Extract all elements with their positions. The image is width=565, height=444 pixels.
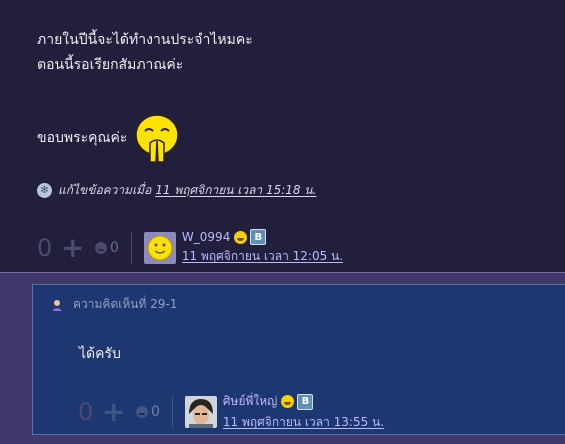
- edit-gear-icon: ✻: [37, 182, 52, 198]
- author-info: ศิษย์พี่ใหญ่ B 11 พฤศจิกายน เวลา 13:55 น…: [223, 392, 384, 432]
- emotion-icon[interactable]: [95, 241, 107, 254]
- praying-emoticon-icon: [133, 113, 181, 163]
- comment-date[interactable]: 11 พฤศจิกายน เวลา 13:55 น.: [223, 413, 384, 432]
- vote-score: 0: [78, 398, 94, 426]
- emotion-count: 0: [110, 239, 119, 256]
- user-icon: [51, 299, 63, 311]
- author-name[interactable]: ศิษย์พี่ใหญ่: [223, 392, 277, 411]
- post-text-line: ตอนนี้รอเรียกสัมภาณค่ะ: [37, 57, 184, 73]
- member-badge-icon: B: [297, 393, 314, 410]
- comment-text: ได้ครับ: [79, 346, 121, 362]
- thanks-line: ขอบพระคุณค่ะ: [37, 112, 181, 164]
- thanks-text: ขอบพระคุณค่ะ: [37, 130, 128, 146]
- comment-number[interactable]: ความคิดเห็นที่ 29-1: [73, 295, 177, 314]
- reply-comment: ความคิดเห็นที่ 29-1 ได้ครับ 0 + 0 ศิษย์พ…: [32, 284, 565, 435]
- topic-post: ภายในปีนี้จะได้ทำงานประจำไหมคะ ตอนนี้รอเ…: [0, 0, 565, 272]
- comment-header: ความคิดเห็นที่ 29-1: [51, 295, 177, 314]
- member-badge-icon: B: [250, 229, 267, 245]
- emotion-icon[interactable]: [136, 406, 148, 418]
- vote-divider: [130, 231, 132, 264]
- vote-plus-button[interactable]: +: [61, 233, 84, 261]
- author-name[interactable]: W_0994: [182, 230, 230, 244]
- vote-divider: [171, 396, 173, 428]
- edited-date[interactable]: 11 พฤศจิกายน เวลา 15:18 น.: [155, 181, 316, 200]
- laughing-emoticon-icon: [281, 395, 295, 408]
- vote-plus-button[interactable]: +: [102, 398, 125, 426]
- avatar[interactable]: [143, 231, 176, 264]
- post-date[interactable]: 11 พฤศจิกายน เวลา 12:05 น.: [182, 247, 343, 266]
- avatar[interactable]: [184, 396, 217, 428]
- emotion-count: 0: [151, 404, 160, 420]
- comment-vote-bar: 0 + 0 ศิษย์พี่ใหญ่ B 11 พฤศจิกายน เวลา 1…: [78, 392, 384, 432]
- laughing-emoticon-icon: [234, 230, 248, 244]
- edited-note: ✻ แก้ไขข้อความเมื่อ 11 พฤศจิกายน เวลา 15…: [37, 181, 316, 199]
- vote-score: 0: [37, 233, 53, 262]
- post-text-line: ภายในปีนี้จะได้ทำงานประจำไหมคะ: [37, 32, 253, 48]
- edited-prefix: แก้ไขข้อความเมื่อ: [58, 182, 152, 197]
- post-vote-bar: 0 + 0 W_0994 B 11 พฤศจิกายน เวลา 12:05 น…: [37, 229, 343, 266]
- author-info: W_0994 B 11 พฤศจิกายน เวลา 12:05 น.: [182, 229, 343, 266]
